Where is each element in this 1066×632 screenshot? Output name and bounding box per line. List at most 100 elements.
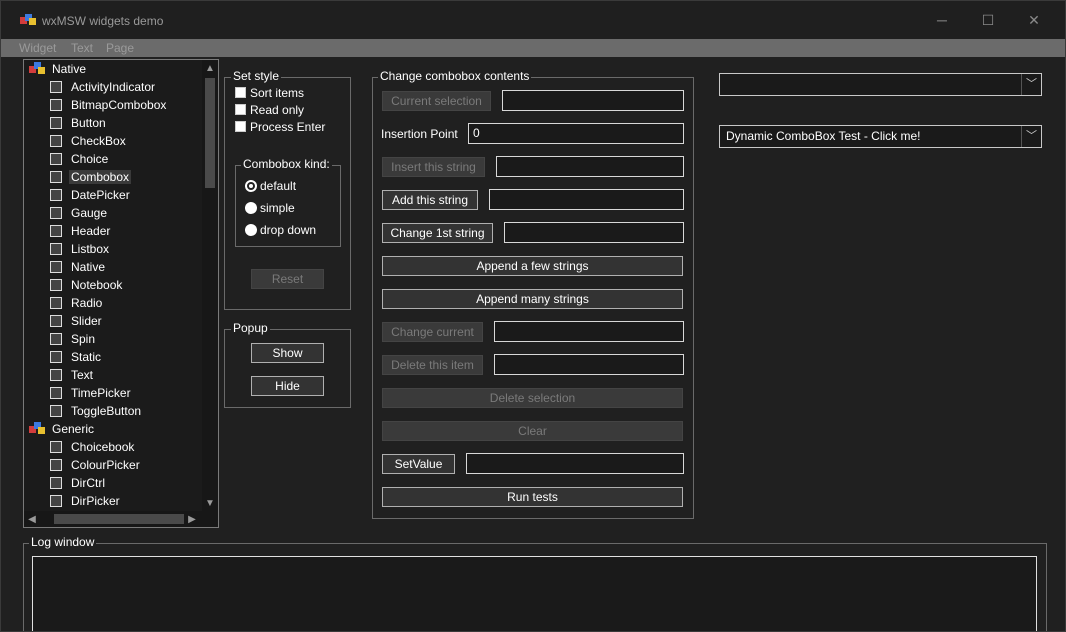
close-button[interactable]: ✕ — [1011, 1, 1057, 39]
tree-item[interactable]: Choice — [48, 150, 110, 168]
tree-item[interactable]: Generic — [29, 420, 96, 438]
app-icon — [20, 14, 36, 26]
change-current-button[interactable]: Change current — [382, 322, 483, 342]
append-few-strings-button[interactable]: Append a few strings — [382, 256, 683, 276]
run-tests-button[interactable]: Run tests — [382, 487, 683, 507]
delete-item-button[interactable]: Delete this item — [382, 355, 483, 375]
menu-bar: Widget Text Page — [1, 39, 1065, 57]
current-selection-button[interactable]: Current selection — [382, 91, 491, 111]
change-first-string-field[interactable] — [504, 222, 684, 243]
header-icon — [48, 224, 64, 238]
choice-icon — [48, 152, 64, 166]
process-enter-checkbox[interactable] — [235, 121, 246, 132]
process-enter-label: Process Enter — [250, 120, 326, 134]
sort-items-checkbox[interactable] — [235, 87, 246, 98]
tree-item[interactable]: TimePicker — [48, 384, 133, 402]
chevron-down-icon[interactable]: ﹀ — [1021, 74, 1041, 95]
tree-item[interactable]: Text — [48, 366, 95, 384]
set-value-button[interactable]: SetValue — [382, 454, 455, 474]
tree-item-label: Header — [71, 224, 111, 238]
tree-item[interactable]: CheckBox — [48, 132, 128, 150]
tree-item[interactable]: Combobox — [48, 168, 132, 186]
tree-item[interactable]: BitmapCombobox — [48, 96, 168, 114]
kind-dropdown-radio[interactable] — [245, 224, 257, 236]
kind-default-radio[interactable] — [245, 180, 257, 192]
tree-item-label: ToggleButton — [71, 404, 142, 418]
delete-selection-button[interactable]: Delete selection — [382, 388, 683, 408]
spin-icon — [48, 332, 64, 346]
dynamic-combobox[interactable]: Dynamic ComboBox Test - Click me! ﹀ — [719, 125, 1042, 148]
tree-item-label: Gauge — [71, 206, 108, 220]
minimize-button[interactable]: ─ — [919, 1, 965, 39]
maximize-button[interactable]: ☐ — [965, 1, 1011, 39]
activity-indicator-icon — [48, 80, 64, 94]
tree-item[interactable]: Native — [48, 258, 107, 276]
reset-button[interactable]: Reset — [251, 269, 324, 289]
add-string-field[interactable] — [489, 189, 684, 210]
scroll-right-icon[interactable]: ▶ — [184, 511, 200, 527]
tree-item-label: Combobox — [69, 170, 132, 184]
tree-item-label: Listbox — [71, 242, 110, 256]
tree-item-label: CheckBox — [71, 134, 126, 148]
add-string-button[interactable]: Add this string — [382, 190, 478, 210]
tree-horizontal-scrollbar[interactable]: ◀ ▶ — [24, 511, 218, 527]
tree-item[interactable]: Slider — [48, 312, 104, 330]
tree-item-label: Button — [71, 116, 106, 130]
tree-item[interactable]: Button — [48, 114, 108, 132]
tree-item[interactable]: ActivityIndicator — [48, 78, 157, 96]
tree-item[interactable]: Listbox — [48, 240, 111, 258]
tree-item[interactable]: DirCtrl — [48, 474, 107, 492]
menu-text[interactable]: Text — [71, 41, 93, 55]
tree-item[interactable]: Spin — [48, 330, 97, 348]
tree-scroll-thumb[interactable] — [205, 78, 215, 188]
kind-simple-radio[interactable] — [245, 202, 257, 214]
tree-item-label: TimePicker — [71, 386, 131, 400]
current-selection-field[interactable] — [502, 90, 684, 111]
change-first-string-button[interactable]: Change 1st string — [382, 223, 493, 243]
widget-tree[interactable]: ▲ ▼ ◀ ▶ Native ActivityIndicator BitmapCom… — [23, 59, 219, 528]
tree-item-label: Native — [52, 62, 87, 76]
chevron-down-icon[interactable]: ﹀ — [1021, 126, 1041, 147]
menu-widget[interactable]: Widget — [19, 41, 56, 55]
dirpicker-icon — [48, 494, 64, 508]
native-category-icon — [29, 62, 45, 76]
tree-vertical-scrollbar[interactable]: ▲ ▼ — [202, 60, 218, 511]
togglebutton-icon — [48, 404, 64, 418]
tree-item[interactable]: Radio — [48, 294, 104, 312]
tree-item[interactable]: Static — [48, 348, 103, 366]
tree-item[interactable]: Native — [29, 60, 88, 78]
tree-item[interactable]: DatePicker — [48, 186, 132, 204]
tree-item[interactable]: ColourPicker — [48, 456, 142, 474]
dirctrl-icon — [48, 476, 64, 490]
tree-item[interactable]: DirPicker — [48, 492, 122, 510]
tree-item[interactable]: Notebook — [48, 276, 124, 294]
tree-item-label: Native — [71, 260, 106, 274]
set-style-title: Set style — [231, 69, 282, 83]
test-combobox[interactable]: ﹀ — [719, 73, 1042, 96]
change-current-field[interactable] — [494, 321, 684, 342]
tree-item[interactable]: Choicebook — [48, 438, 136, 456]
tree-hscroll-thumb[interactable] — [54, 514, 184, 524]
insert-string-button[interactable]: Insert this string — [382, 157, 485, 177]
delete-item-field[interactable] — [494, 354, 684, 375]
show-button[interactable]: Show — [251, 343, 324, 363]
insertion-point-field[interactable]: 0 — [468, 123, 684, 144]
tree-item-label: DatePicker — [71, 188, 130, 202]
scroll-left-icon[interactable]: ◀ — [24, 511, 40, 527]
insert-string-field[interactable] — [496, 156, 684, 177]
clear-button[interactable]: Clear — [382, 421, 683, 441]
radio-icon — [48, 296, 64, 310]
log-text-area[interactable] — [32, 556, 1037, 631]
listbox-icon — [48, 242, 64, 256]
set-value-field[interactable] — [466, 453, 684, 474]
read-only-checkbox[interactable] — [235, 104, 246, 115]
menu-page[interactable]: Page — [106, 41, 134, 55]
hide-button[interactable]: Hide — [251, 376, 324, 396]
tree-item[interactable]: Gauge — [48, 204, 109, 222]
scroll-down-icon[interactable]: ▼ — [202, 495, 218, 511]
append-many-strings-button[interactable]: Append many strings — [382, 289, 683, 309]
scroll-up-icon[interactable]: ▲ — [202, 60, 218, 76]
tree-item[interactable]: Header — [48, 222, 112, 240]
tree-item[interactable]: ToggleButton — [48, 402, 143, 420]
tree-item-label: BitmapCombobox — [71, 98, 167, 112]
